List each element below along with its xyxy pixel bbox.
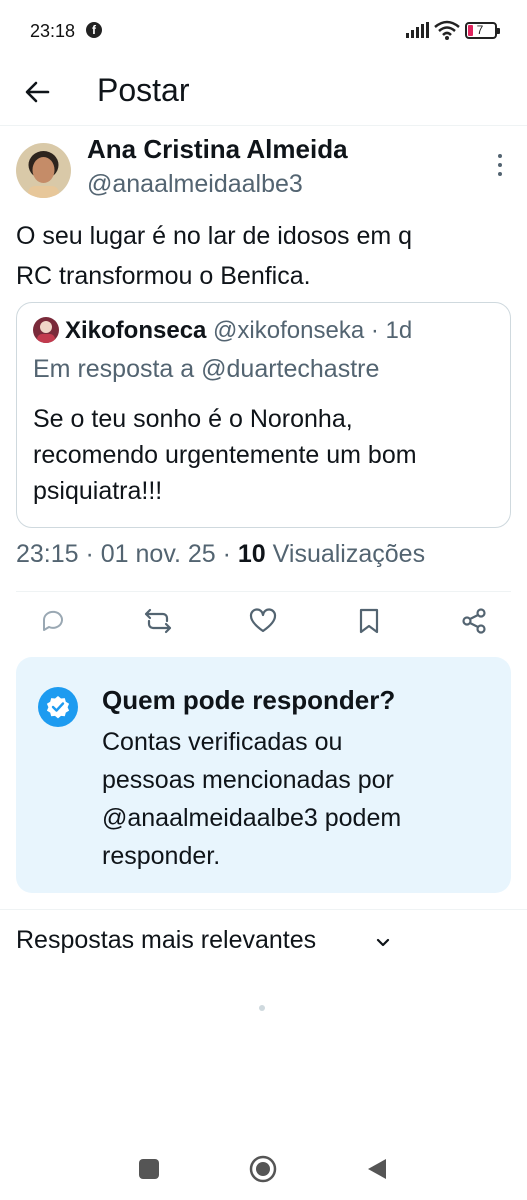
views-label[interactable]: Visualizações [266,540,425,568]
status-time: 23:18 [30,21,76,41]
quoted-text-line: Se o teu sonho é o Noronha, [33,405,353,433]
author-avatar[interactable] [16,143,71,198]
post-text-line: O seu lugar é no lar de idosos em q [16,222,413,250]
battery-icon: 7 [465,22,500,39]
quoted-author-avatar [33,317,59,343]
page-title: Postar [97,72,190,108]
facebook-notification-icon: f [86,22,102,38]
share-icon[interactable] [459,606,489,636]
back-arrow-icon[interactable] [20,74,56,110]
views-count: 10 [237,540,266,568]
home-button[interactable] [249,1155,277,1183]
battery-level: 7 [476,23,484,37]
reply-restriction-line: @anaalmeidaalbe3 podem [102,804,402,832]
post-timestamp-views: 23:15 · 01 nov. 25 · 10 Visualizações [16,540,425,569]
reply-restriction-title: Quem pode responder? [102,685,396,715]
top-app-bar: Postar [0,62,527,126]
repost-icon[interactable] [143,606,173,636]
quoted-text-line: recomendo urgentemente um bom [33,441,417,469]
post-text-line: RC transformou o Benfica. [16,262,311,290]
verified-badge-icon [38,687,78,727]
quoted-post-header: Xikofonseca @xikofonseka · 1d [65,317,412,345]
recent-apps-button[interactable] [139,1159,159,1179]
divider [16,591,511,592]
quoted-reply-to: Em resposta a @duartechastre [33,355,380,383]
author-name[interactable]: Ana Cristina Almeida [87,134,348,165]
divider [0,909,527,910]
reply-restriction-description: Contas verificadas ou pessoas mencionada… [102,723,492,875]
chevron-down-icon[interactable] [374,934,392,952]
reply-restriction-notice: Quem pode responder? Contas verificadas … [16,657,511,893]
system-back-button[interactable] [366,1157,388,1181]
post-text: O seu lugar é no lar de idosos em q RC t… [16,216,521,296]
quoted-author-name: Xikofonseca [65,317,207,344]
replies-sort-dropdown[interactable]: Respostas mais relevantes [16,926,316,955]
loading-indicator [259,1005,265,1011]
post-actions-bar [0,594,527,654]
quoted-text-line: psiquiatra!!! [33,477,163,505]
wifi-icon [434,20,460,40]
like-icon[interactable] [248,606,278,636]
more-options-icon[interactable] [494,152,506,178]
reply-restriction-line: pessoas mencionadas por [102,766,394,794]
quoted-post[interactable]: Xikofonseca @xikofonseka · 1d Em respost… [16,302,511,528]
signal-icon [406,22,429,38]
reply-restriction-line: Contas verificadas ou [102,728,343,756]
reply-icon[interactable] [38,606,68,636]
quoted-author-meta: @xikofonseka · 1d [206,317,413,344]
status-bar: 23:18 f 7 [0,0,527,62]
author-handle[interactable]: @anaalmeidaalbe3 [87,170,303,199]
reply-restriction-line: responder. [102,842,221,870]
bookmark-icon[interactable] [354,606,384,636]
post-timestamp: 23:15 · 01 nov. 25 · [16,540,238,568]
quoted-post-text: Se o teu sonho é o Noronha, recomendo ur… [33,401,503,509]
